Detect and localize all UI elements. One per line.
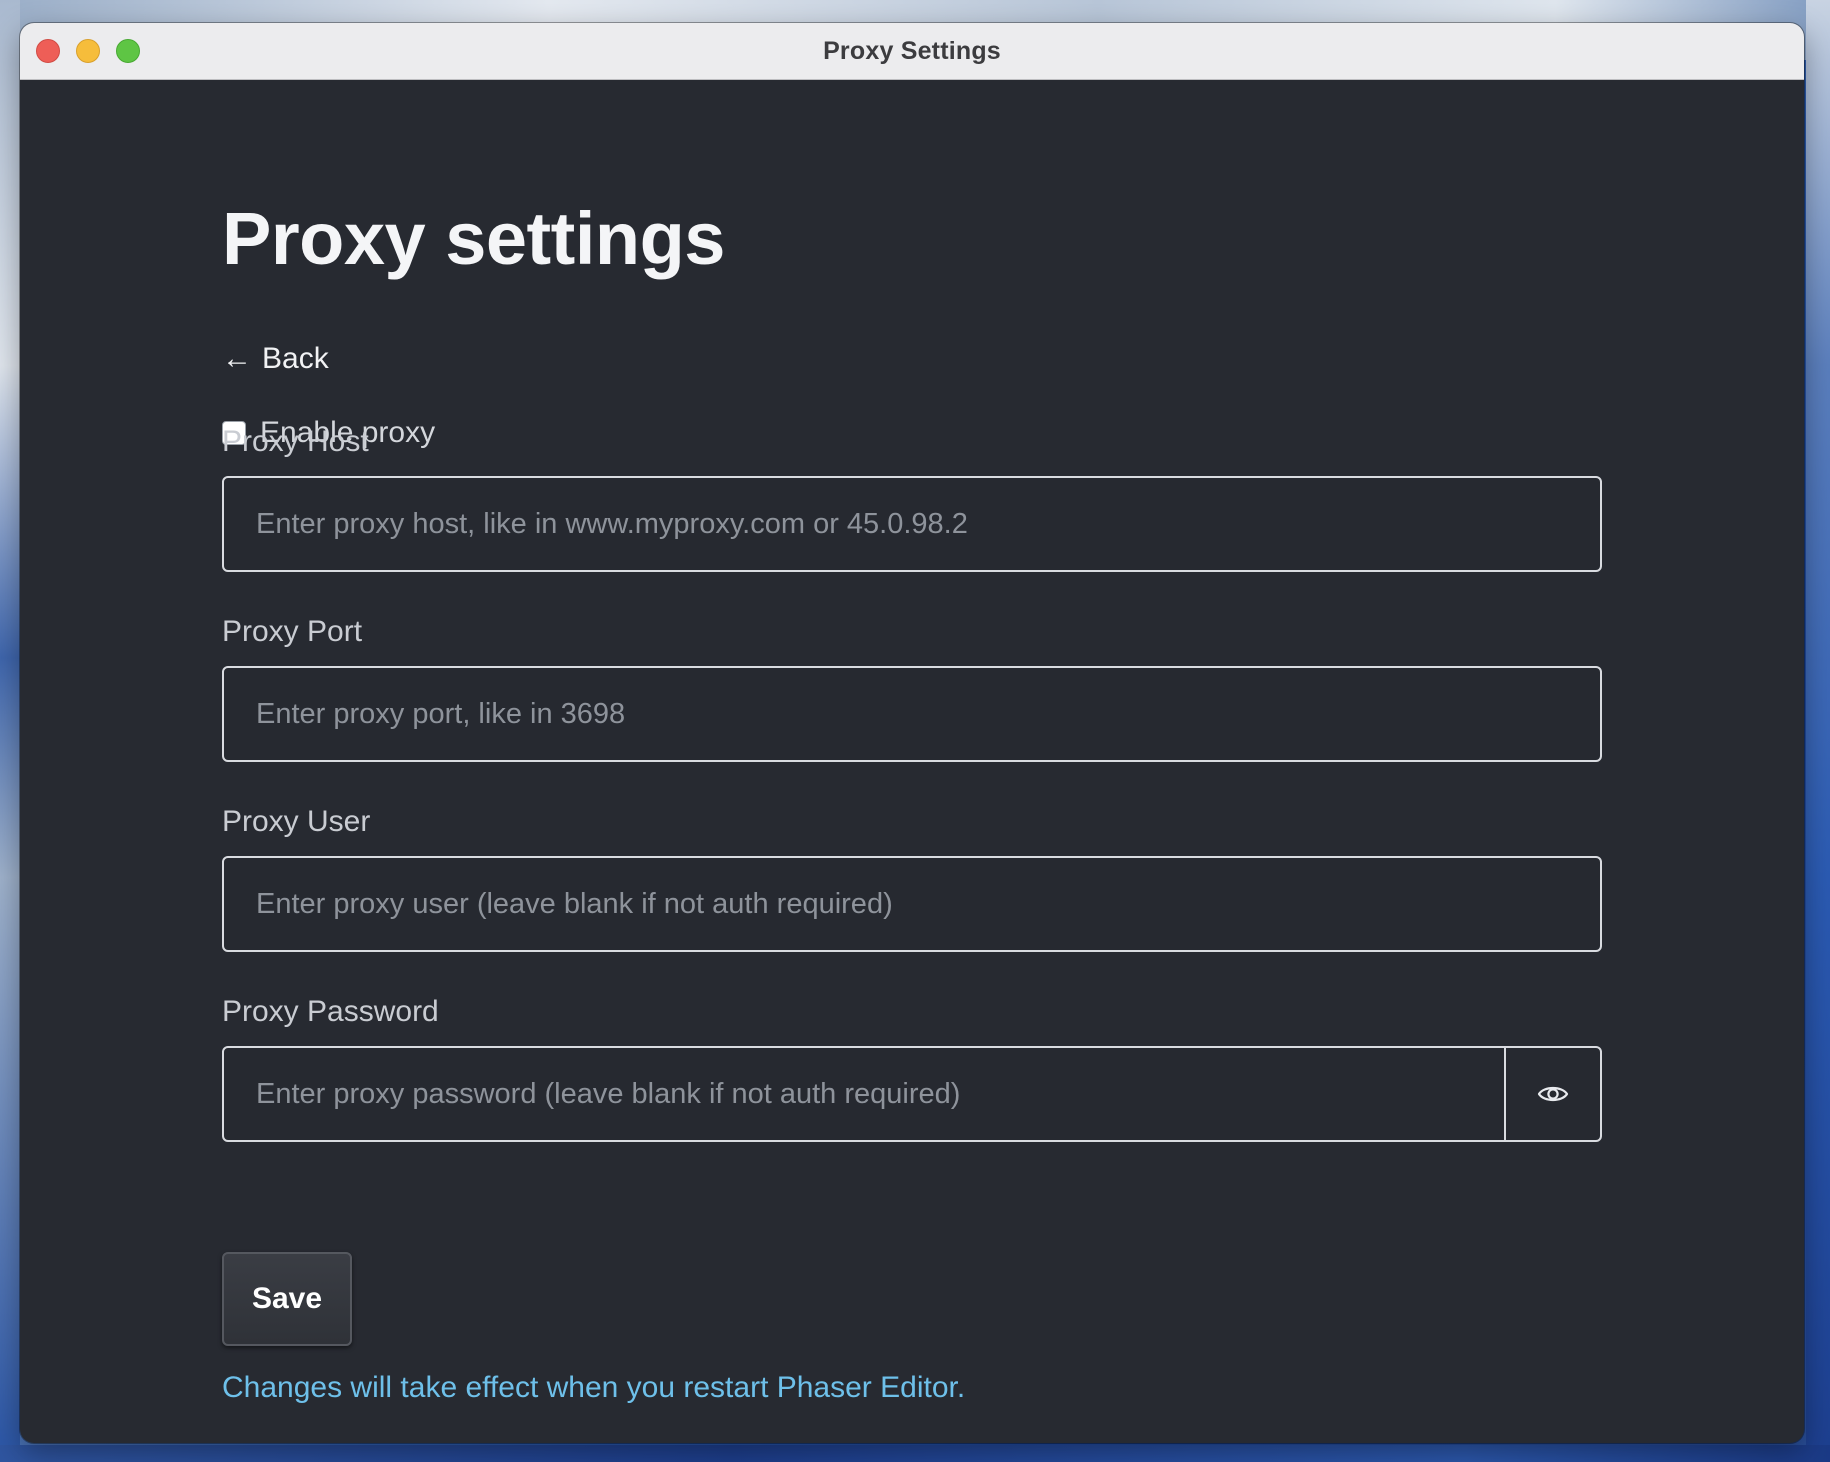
title-bar[interactable]: Proxy Settings [20, 23, 1804, 80]
restart-notice: Changes will take effect when you restar… [222, 1371, 966, 1404]
minimize-window-button[interactable] [76, 39, 100, 63]
back-label: Back [262, 342, 329, 375]
proxy-user-input[interactable] [222, 856, 1602, 952]
maximize-window-button[interactable] [116, 39, 140, 63]
eye-icon [1537, 1086, 1569, 1102]
desktop-wallpaper-left [0, 0, 20, 1462]
desktop-wallpaper-right [1806, 0, 1830, 1462]
window-title: Proxy Settings [823, 36, 1001, 65]
proxy-settings-window: Proxy Settings Proxy settings ← Back Ena… [20, 23, 1804, 1443]
save-button[interactable]: Save [222, 1252, 352, 1346]
window-controls [36, 39, 140, 63]
desktop-wallpaper-bottom [0, 1445, 1830, 1462]
proxy-password-group [222, 1046, 1602, 1142]
page-title: Proxy settings [222, 197, 725, 280]
arrow-left-icon: ← [222, 342, 252, 375]
toggle-password-visibility-button[interactable] [1504, 1048, 1600, 1140]
proxy-password-input[interactable] [224, 1048, 1504, 1140]
proxy-password-label: Proxy Password [222, 995, 439, 1028]
proxy-host-input[interactable] [222, 476, 1602, 572]
proxy-host-label: Proxy Host [222, 425, 369, 458]
proxy-user-label: Proxy User [222, 805, 371, 838]
close-window-button[interactable] [36, 39, 60, 63]
proxy-port-label: Proxy Port [222, 615, 363, 648]
proxy-port-input[interactable] [222, 666, 1602, 762]
back-link[interactable]: ← Back [222, 342, 329, 376]
